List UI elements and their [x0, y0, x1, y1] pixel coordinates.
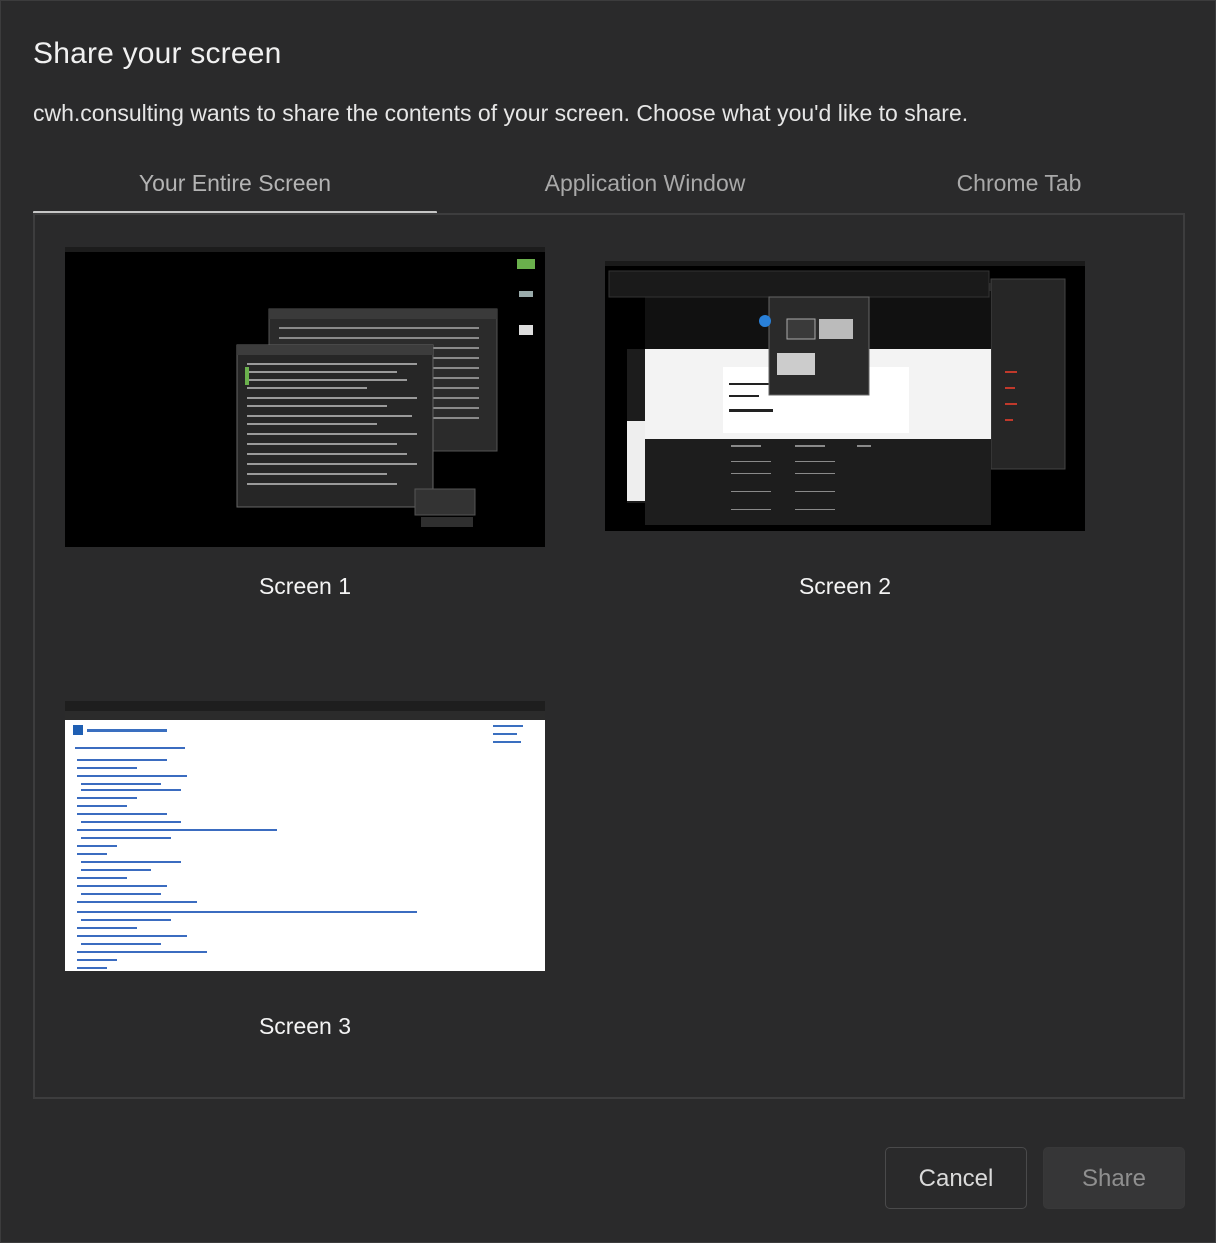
tab-application-window[interactable]: Application Window: [443, 161, 847, 213]
cancel-button[interactable]: Cancel: [885, 1147, 1027, 1209]
screen-option-2[interactable]: Screen 2: [605, 247, 1085, 607]
screen-2-thumbnail: [605, 261, 1085, 531]
screen-list: Screen 1 Screen 2 Screen 3: [33, 213, 1185, 1099]
share-screen-dialog: Share your screen cwh.consulting wants t…: [0, 0, 1216, 1243]
screen-option-3[interactable]: Screen 3: [65, 701, 545, 1047]
screen-1-label: Screen 1: [258, 573, 352, 599]
dialog-title: Share your screen: [33, 37, 282, 70]
dialog-subtitle: cwh.consulting wants to share the conten…: [33, 100, 969, 126]
screen-1-thumbnail: [65, 247, 545, 547]
screen-3-thumbnail: [65, 701, 545, 971]
screen-3-label: Screen 3: [258, 1013, 352, 1039]
screen-2-label: Screen 2: [798, 573, 892, 599]
tab-entire-screen[interactable]: Your Entire Screen: [33, 161, 437, 213]
share-button[interactable]: Share: [1043, 1147, 1185, 1209]
screen-option-1[interactable]: Screen 1: [65, 247, 545, 607]
tab-bar: Your Entire Screen Application Window Ch…: [33, 161, 1185, 215]
tab-chrome-tab[interactable]: Chrome Tab: [853, 161, 1185, 213]
